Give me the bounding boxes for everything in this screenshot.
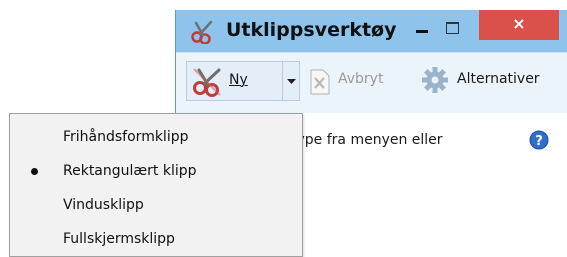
cancel-button-label: Avbryt xyxy=(338,71,384,87)
maximize-button[interactable] xyxy=(438,16,468,42)
help-icon[interactable]: ? xyxy=(529,130,549,150)
new-dropdown-button[interactable] xyxy=(282,62,300,100)
scissors-icon xyxy=(191,67,225,97)
scissors-icon xyxy=(190,20,216,45)
minimize-icon xyxy=(416,30,428,33)
cancel-x-icon xyxy=(309,69,331,95)
selected-bullet-icon xyxy=(31,168,38,175)
minimize-button[interactable] xyxy=(408,16,438,42)
options-button-label: Alternativer xyxy=(457,71,540,87)
new-button[interactable]: Ny xyxy=(187,62,281,100)
cancel-button[interactable]: Avbryt xyxy=(306,61,400,101)
menu-item-label: Rektangulært klipp xyxy=(63,163,197,179)
toolbar: Ny Avbryt Alternativer xyxy=(176,52,567,113)
menu-item-label: Vindusklipp xyxy=(63,197,144,213)
menu-item-label: Fullskjermsklipp xyxy=(63,231,175,247)
menu-item-free-form-snip[interactable]: Frihåndsformklipp xyxy=(10,120,302,154)
svg-text:?: ? xyxy=(535,134,543,149)
chevron-down-icon xyxy=(283,79,300,104)
options-button[interactable]: Alternativer xyxy=(421,61,567,101)
close-icon: × xyxy=(512,14,526,33)
menu-item-window-snip[interactable]: Vindusklipp xyxy=(10,188,302,222)
window-title: Utklippsverktøy xyxy=(226,19,397,41)
menu-item-full-screen-snip[interactable]: Fullskjermsklipp xyxy=(10,222,302,256)
new-button-label: Ny xyxy=(229,72,248,88)
close-button[interactable]: × xyxy=(479,10,559,40)
snip-type-menu: Frihåndsformklipp Rektangulært klipp Vin… xyxy=(9,113,303,257)
menu-item-label: Frihåndsformklipp xyxy=(63,129,189,145)
new-split-button: Ny xyxy=(186,61,300,101)
screen: Utklippsverktøy × Ny Avbryt Alternativer… xyxy=(0,0,567,257)
gear-icon xyxy=(421,65,449,95)
menu-item-rectangular-snip[interactable]: Rektangulært klipp xyxy=(10,154,302,188)
title-bar[interactable]: Utklippsverktøy × xyxy=(176,10,567,52)
maximize-icon xyxy=(446,22,459,34)
instruction-text: type fra menyen eller xyxy=(291,132,443,148)
